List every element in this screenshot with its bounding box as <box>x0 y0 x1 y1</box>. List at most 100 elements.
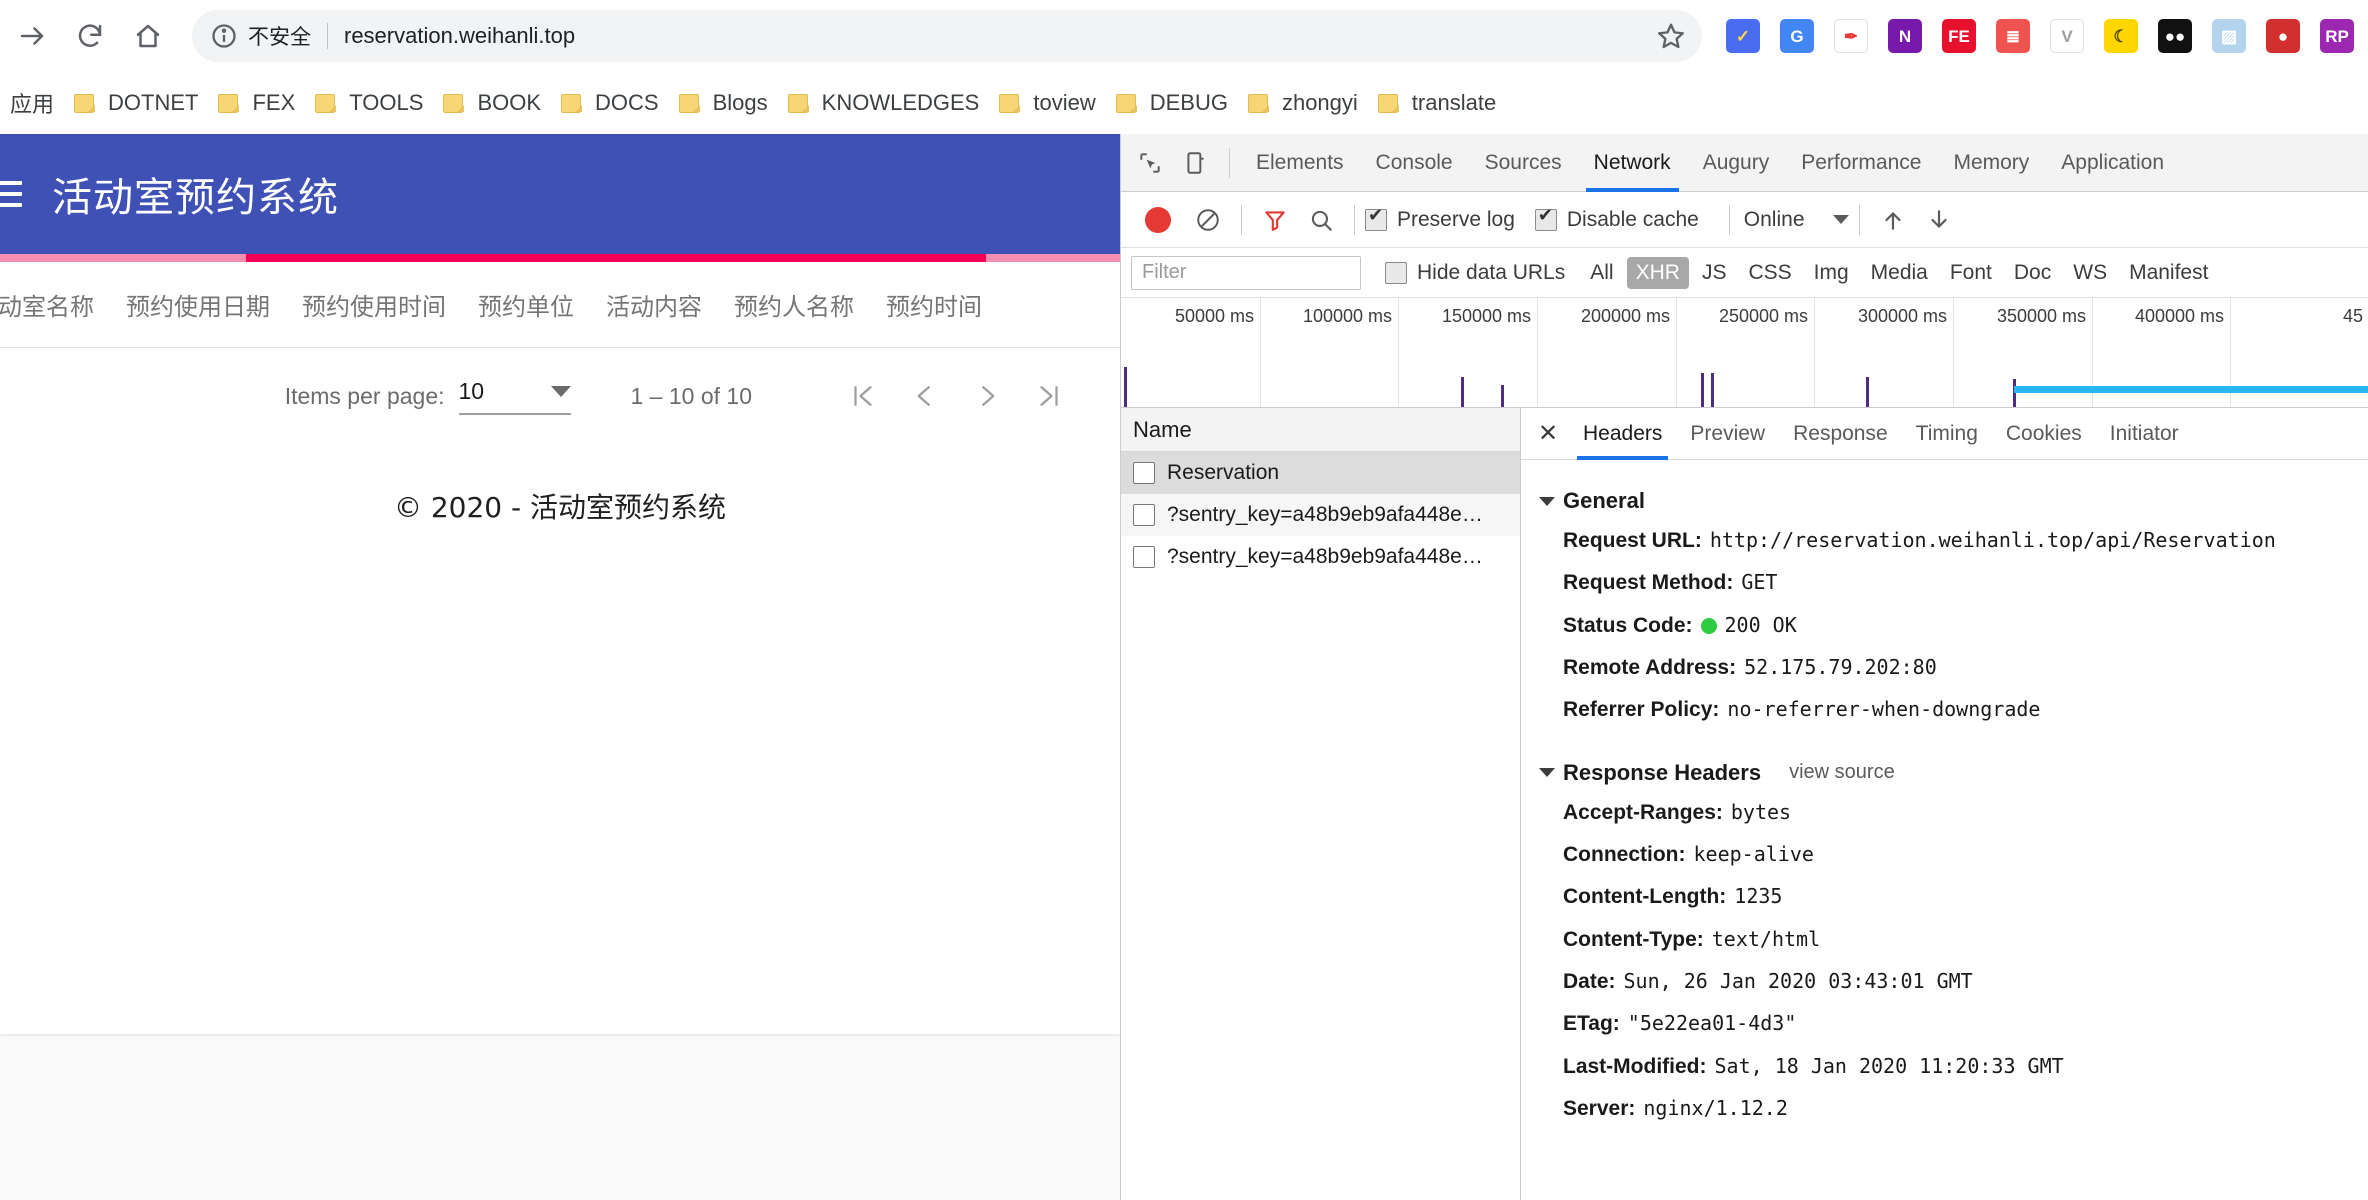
detail-tab-headers[interactable]: Headers <box>1569 408 1676 460</box>
reload-icon[interactable] <box>64 10 116 62</box>
pen-circle-extension-icon[interactable]: ✒ <box>1828 13 1874 59</box>
filter-funnel-icon[interactable] <box>1252 197 1298 243</box>
column-header-6[interactable]: 预约时间 <box>870 287 998 322</box>
disable-cache-checkbox[interactable]: Disable cache <box>1534 206 1699 232</box>
export-har-icon[interactable] <box>1916 197 1962 243</box>
image-extension-icon[interactable]: ▨ <box>2206 13 2252 59</box>
info-circle-icon[interactable] <box>210 22 238 50</box>
bookmark-book[interactable]: BOOK <box>433 81 551 125</box>
type-filter-doc[interactable]: Doc <box>2005 257 2060 289</box>
response-headers-title-text: Response Headers <box>1563 759 1762 785</box>
detail-tab-initiator[interactable]: Initiator <box>2096 408 2193 460</box>
request-row[interactable]: Reservation <box>1121 452 1520 494</box>
preserve-log-checkbox[interactable]: Preserve log <box>1365 206 1515 232</box>
bookmark-blogs[interactable]: Blogs <box>669 81 778 125</box>
close-icon[interactable]: ✕ <box>1527 413 1569 455</box>
request-checkbox[interactable] <box>1133 462 1155 484</box>
column-header-2[interactable]: 预约使用时间 <box>286 287 462 322</box>
request-checkbox[interactable] <box>1133 546 1155 568</box>
timeline-tick-label: 200000 ms <box>1580 306 1670 326</box>
bookmark-应用[interactable]: 应用 <box>0 81 64 125</box>
column-header-4[interactable]: 活动内容 <box>590 287 718 322</box>
type-filter-all[interactable]: All <box>1581 257 1622 289</box>
moon-extension-icon[interactable]: ☾ <box>2098 13 2144 59</box>
type-filter-css[interactable]: CSS <box>1739 257 1800 289</box>
type-filter-media[interactable]: Media <box>1862 257 1937 289</box>
next-page-icon[interactable] <box>956 365 1018 427</box>
bookmark-docs[interactable]: DOCS <box>551 81 669 125</box>
timeline-tick-label: 45 <box>2342 306 2363 326</box>
type-filter-img[interactable]: Img <box>1805 257 1858 289</box>
view-source-link[interactable]: view source <box>1789 761 1895 784</box>
column-header-5[interactable]: 预约人名称 <box>718 287 870 322</box>
request-checkbox[interactable] <box>1133 504 1155 526</box>
throttling-select[interactable]: Online <box>1744 208 1849 232</box>
request-row[interactable]: ?sentry_key=a48b9eb9afa448e… <box>1121 536 1520 578</box>
network-timeline-overview[interactable]: 50000 ms 100000 ms 150000 ms 200000 ms 25000… <box>1121 298 2368 408</box>
items-per-page-select[interactable]: 10 <box>458 378 571 415</box>
bookmark-label: FEX <box>252 90 296 115</box>
header-value: nginx/1.12.2 <box>1643 1096 1788 1121</box>
devtools-tab-application[interactable]: Application <box>2045 134 2180 192</box>
clear-network-log-icon[interactable] <box>1185 197 1231 243</box>
type-filter-xhr[interactable]: XHR <box>1626 256 1689 289</box>
bookmark-toview[interactable]: toview <box>989 81 1105 125</box>
first-page-icon[interactable] <box>832 365 894 427</box>
toggle-device-toolbar-icon[interactable] <box>1173 140 1219 186</box>
general-section-title[interactable]: General <box>1539 488 2368 514</box>
detail-tab-cookies[interactable]: Cookies <box>1992 408 2096 460</box>
detail-tabs-list: Headers Preview Response Timing Cookies Initi… <box>1569 408 2193 460</box>
home-icon[interactable] <box>122 10 174 62</box>
detail-tab-preview[interactable]: Preview <box>1676 408 1779 460</box>
devtools-tab-memory[interactable]: Memory <box>1937 134 2045 192</box>
column-header-3[interactable]: 预约单位 <box>462 287 590 322</box>
column-header-0[interactable]: 活动室名称 <box>0 287 110 322</box>
record-button-icon[interactable] <box>1145 206 1171 233</box>
bookmark-fex[interactable]: FEX <box>208 81 305 125</box>
request-row[interactable]: ?sentry_key=a48b9eb9afa448e… <box>1121 494 1520 536</box>
detail-tab-response[interactable]: Response <box>1779 408 1902 460</box>
bookmark-zhongyi[interactable]: zhongyi <box>1238 81 1368 125</box>
bookmark-tools[interactable]: TOOLS <box>305 81 433 125</box>
previous-page-icon[interactable] <box>894 365 956 427</box>
devtools-tab-augury[interactable]: Augury <box>1687 134 1786 192</box>
inspect-element-icon[interactable] <box>1127 140 1173 186</box>
bookmark-dotnet[interactable]: DOTNET <box>64 81 208 125</box>
arrow-forward-icon[interactable] <box>6 10 58 62</box>
request-list-header[interactable]: Name <box>1121 408 1520 452</box>
type-filter-js[interactable]: JS <box>1693 257 1736 289</box>
type-filter-font[interactable]: Font <box>1941 257 2001 289</box>
devtools-tab-network[interactable]: Network <box>1578 134 1687 192</box>
hide-data-urls-checkbox[interactable]: Hide data URLs <box>1385 261 1565 285</box>
filter-input[interactable] <box>1131 255 1361 290</box>
search-icon[interactable] <box>1298 197 1344 243</box>
address-bar[interactable]: 不安全 reservation.weihanli.top <box>192 10 1702 62</box>
response-headers-section-title[interactable]: Response Headers view source <box>1539 760 2368 786</box>
type-filter-manifest[interactable]: Manifest <box>2120 257 2217 289</box>
devtools-tab-elements[interactable]: Elements <box>1240 134 1360 192</box>
bookmark-knowledges[interactable]: KNOWLEDGES <box>778 81 990 125</box>
devtools-tab-performance[interactable]: Performance <box>1785 134 1937 192</box>
import-har-icon[interactable] <box>1870 197 1916 243</box>
toolbar-divider <box>1858 204 1860 235</box>
star-icon[interactable] <box>1656 21 1686 51</box>
devtools-tab-sources[interactable]: Sources <box>1469 134 1578 192</box>
google-translate-extension-icon[interactable]: G <box>1774 13 1820 59</box>
devtools-tab-console[interactable]: Console <box>1360 134 1469 192</box>
vue-devtools-extension-icon[interactable]: V <box>2044 13 2090 59</box>
fe-extension-icon[interactable]: FE <box>1936 13 1982 59</box>
devtools-panel: Elements Console Sources Network Augury Perfo… <box>1120 134 2368 1200</box>
record-extension-icon[interactable]: ● <box>2260 13 2306 59</box>
bookmark-debug[interactable]: DEBUG <box>1106 81 1238 125</box>
rp-extension-icon[interactable]: RP <box>2314 13 2360 59</box>
hamburger-menu-icon[interactable] <box>0 174 22 214</box>
detail-tab-timing[interactable]: Timing <box>1902 408 1992 460</box>
type-filter-ws[interactable]: WS <box>2064 257 2116 289</box>
last-page-icon[interactable] <box>1018 365 1080 427</box>
onenote-extension-icon[interactable]: N <box>1882 13 1928 59</box>
column-header-1[interactable]: 预约使用日期 <box>110 287 286 322</box>
notes-extension-icon[interactable]: ≣ <box>1990 13 2036 59</box>
checkmark-extension-icon[interactable]: ✓ <box>1720 13 1766 59</box>
black-eyes-extension-icon[interactable]: ●● <box>2152 13 2198 59</box>
bookmark-translate[interactable]: translate <box>1368 81 1506 125</box>
